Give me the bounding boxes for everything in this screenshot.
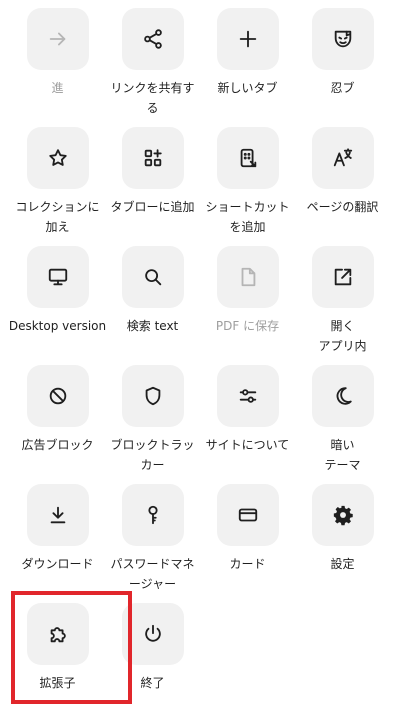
menu-item-label: Desktop version bbox=[8, 319, 107, 333]
menu-tile[interactable] bbox=[121, 8, 184, 70]
menu-tile[interactable] bbox=[26, 8, 89, 70]
menu-item-label: サイトについて bbox=[205, 438, 290, 452]
menu-tile[interactable] bbox=[311, 8, 374, 70]
menu-item-label: 検索 text bbox=[126, 319, 179, 333]
menu-item-downloads[interactable]: ダウンロード bbox=[10, 484, 105, 574]
menu-item-label: 暗い テーマ bbox=[324, 438, 361, 472]
menu-item-label: 終了 bbox=[140, 676, 165, 690]
menu-item-translate-page[interactable]: ページの翻訳 bbox=[295, 127, 390, 217]
sliders-icon bbox=[239, 389, 256, 403]
menu-item-label: PDF に保存 bbox=[215, 319, 280, 333]
menu-tile[interactable] bbox=[216, 8, 279, 70]
menu-tile[interactable] bbox=[121, 365, 184, 427]
key-icon bbox=[147, 505, 158, 525]
menu-item-label: コレクションに 加え bbox=[15, 200, 100, 234]
menu-item-block-tracker[interactable]: ブロックトラッ カー bbox=[105, 365, 200, 475]
menu-item-label: タブローに追加 bbox=[110, 200, 195, 214]
menu-tile[interactable] bbox=[311, 484, 374, 546]
menu-item-label: リンクを共有す る bbox=[110, 81, 195, 115]
menu-tile[interactable] bbox=[121, 246, 184, 308]
menu-item-label: 開く アプリ内 bbox=[318, 319, 367, 353]
menu-tile[interactable] bbox=[121, 484, 184, 546]
open-external-icon bbox=[334, 268, 351, 286]
menu-item-label: 新しいタブ bbox=[217, 81, 278, 95]
card-icon bbox=[238, 508, 257, 522]
menu-item-label: パスワードマネ ージャー bbox=[110, 557, 195, 591]
menu-item-site-info[interactable]: サイトについて bbox=[200, 365, 295, 455]
desktop-icon bbox=[48, 268, 67, 286]
menu-tile[interactable] bbox=[216, 246, 279, 308]
menu-item-label: ページの翻訳 bbox=[306, 200, 379, 214]
menu-tile[interactable] bbox=[26, 246, 89, 308]
star-icon bbox=[48, 149, 67, 166]
search-icon bbox=[144, 269, 161, 286]
share-icon bbox=[143, 29, 162, 49]
menu-item-cards[interactable]: カード bbox=[200, 484, 295, 574]
shield-icon bbox=[145, 386, 160, 406]
menu-item-new-tab[interactable]: 新しいタブ bbox=[200, 8, 295, 98]
menu-item-label: 進 bbox=[51, 81, 64, 95]
menu-item-incognito[interactable]: 忍ブ bbox=[295, 8, 390, 98]
menu-tile[interactable] bbox=[216, 127, 279, 189]
grid-plus-icon bbox=[144, 149, 162, 167]
menu-item-label: ショートカット を追加 bbox=[205, 200, 290, 234]
menu-tile[interactable] bbox=[26, 365, 89, 427]
menu-item-desktop-version[interactable]: Desktop version bbox=[8, 246, 107, 336]
power-icon bbox=[144, 624, 161, 642]
menu-item-dark-theme[interactable]: 暗い テーマ bbox=[295, 365, 390, 475]
block-icon bbox=[49, 387, 66, 405]
incognito-icon bbox=[334, 30, 351, 48]
menu-item-label: 広告ブロック bbox=[21, 438, 94, 452]
plus-icon bbox=[239, 30, 256, 48]
menu-tile[interactable] bbox=[311, 127, 374, 189]
download-icon bbox=[50, 506, 65, 524]
menu-item-save-pdf[interactable]: PDF に保存 bbox=[200, 246, 295, 336]
menu-item-settings[interactable]: 設定 bbox=[295, 484, 390, 574]
translate-icon bbox=[333, 148, 352, 167]
menu-item-password-manager[interactable]: パスワードマネ ージャー bbox=[105, 484, 200, 594]
menu-item-extensions[interactable]: 拡張子 bbox=[10, 603, 105, 693]
menu-item-label: ダウンロード bbox=[21, 557, 94, 571]
menu-item-open-in-app[interactable]: 開く アプリ内 bbox=[295, 246, 390, 356]
menu-tile[interactable] bbox=[26, 127, 89, 189]
menu-tile[interactable] bbox=[26, 484, 89, 546]
menu-item-share-link[interactable]: リンクを共有す る bbox=[105, 8, 200, 118]
arrow-forward-icon bbox=[49, 32, 65, 46]
file-icon bbox=[241, 267, 255, 287]
menu-item-label: 忍ブ bbox=[330, 81, 355, 95]
menu-item-label: カード bbox=[229, 557, 266, 571]
menu-item-forward[interactable]: 進 bbox=[10, 8, 105, 98]
menu-tile[interactable] bbox=[121, 603, 184, 665]
menu-item-add-shortcut[interactable]: ショートカット を追加 bbox=[200, 127, 295, 237]
menu-item-label: 設定 bbox=[330, 557, 355, 571]
menu-item-label: 拡張子 bbox=[39, 676, 76, 690]
puzzle-icon bbox=[50, 627, 66, 643]
menu-tile[interactable] bbox=[311, 365, 374, 427]
moon-icon bbox=[336, 387, 352, 405]
menu-item-label: ブロックトラッ カー bbox=[110, 438, 195, 472]
menu-item-exit[interactable]: 終了 bbox=[105, 603, 200, 693]
menu-item-add-to-tableau[interactable]: タブローに追加 bbox=[105, 127, 200, 217]
menu-tile[interactable] bbox=[121, 127, 184, 189]
menu-tile[interactable] bbox=[311, 246, 374, 308]
menu-tile[interactable] bbox=[26, 603, 89, 665]
shortcut-icon bbox=[240, 148, 256, 168]
menu-tile[interactable] bbox=[216, 365, 279, 427]
menu-item-ad-block[interactable]: 広告ブロック bbox=[10, 365, 105, 455]
menu-item-add-to-collection[interactable]: コレクションに 加え bbox=[10, 127, 105, 237]
menu-item-search-text[interactable]: 検索 text bbox=[105, 246, 200, 336]
gear-icon bbox=[333, 505, 353, 526]
menu-tile[interactable] bbox=[216, 484, 279, 546]
